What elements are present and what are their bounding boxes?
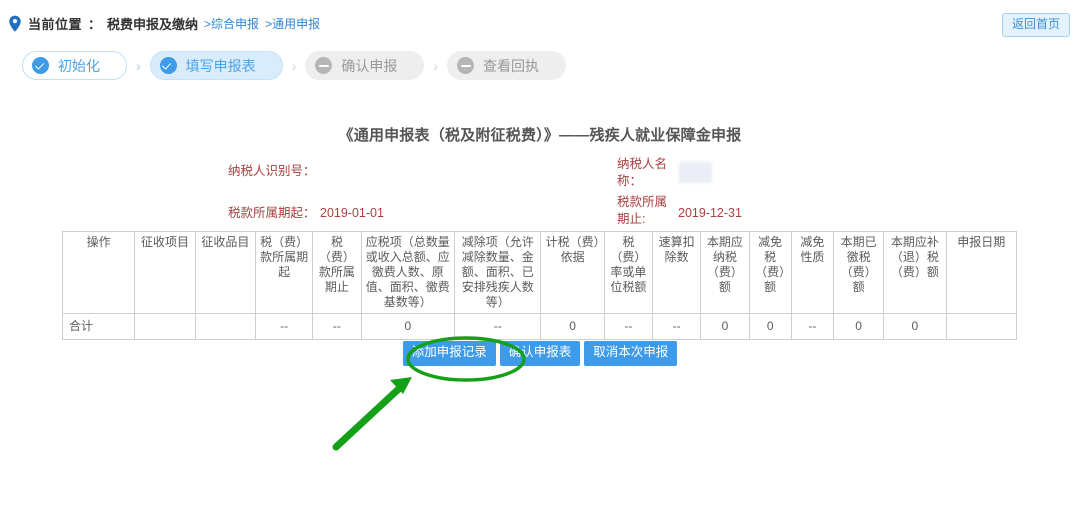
form-meta: 纳税人识别号： 税款所属期起： 2019-01-01 纳税人名称： 税款所属期止… bbox=[0, 157, 1080, 228]
col-tax-rate: 税（费）率或单位税额 bbox=[603, 231, 654, 314]
col-period-start: 税（费）款所属期起 bbox=[254, 231, 314, 314]
step-arrow-1: › bbox=[136, 57, 141, 74]
col-levy-item: 征收项目 bbox=[134, 231, 196, 314]
step-label-receipt: 查看回执 bbox=[483, 57, 540, 74]
table-header-row: 操作 征收项目 征收品目 税（费）款所属期起 税（费）款所属期止 应税项（总数量… bbox=[61, 231, 1018, 314]
col-levy-category: 征收品目 bbox=[194, 231, 257, 314]
add-declaration-record-button[interactable]: 添加申报记录 bbox=[402, 341, 496, 366]
col-reduction-amount: 减免税（费）额 bbox=[748, 231, 792, 314]
cancel-declaration-button[interactable]: 取消本次申报 bbox=[584, 341, 678, 366]
cell-deduction-item: -- bbox=[454, 313, 542, 340]
check-circle-icon bbox=[32, 57, 49, 74]
step-label-initialize: 初始化 bbox=[58, 57, 100, 74]
col-operation: 操作 bbox=[61, 231, 136, 314]
cell-reduction-type: -- bbox=[790, 313, 834, 340]
table-row: 合计 -- -- 0 -- 0 -- -- 0 0 -- 0 0 bbox=[61, 313, 1018, 340]
step-arrow-3: › bbox=[433, 57, 439, 74]
return-home-button[interactable]: 返回首页 bbox=[1001, 13, 1070, 38]
col-reduction-type: 减免性质 bbox=[790, 231, 834, 314]
location-pin-icon bbox=[8, 15, 22, 32]
cell-payable-amount: 0 bbox=[700, 313, 750, 340]
breadcrumb-link-2[interactable]: >通用申报 bbox=[265, 15, 320, 32]
annotation-arrow bbox=[332, 377, 412, 451]
minus-circle-icon bbox=[457, 57, 475, 74]
step-item-fill-form[interactable]: 填写申报表 bbox=[149, 51, 283, 80]
form-title: 《通用申报表（税及附征税费）》——残疾人就业保障金申报 bbox=[338, 127, 742, 144]
period-start-label: 税款所属期起： bbox=[228, 206, 316, 220]
col-declare-date: 申报日期 bbox=[945, 231, 1018, 314]
page-root: 当前位置 ： 税费申报及缴纳 >综合申报 >通用申报 返回首页 初始化 › 填写… bbox=[0, 0, 1080, 525]
check-circle-icon bbox=[159, 57, 177, 74]
breadcrumb: 当前位置 ： 税费申报及缴纳 >综合申报 >通用申报 bbox=[8, 14, 320, 33]
declaration-table: 操作 征收项目 征收品目 税（费）款所属期起 税（费）款所属期止 应税项（总数量… bbox=[61, 231, 1018, 340]
breadcrumb-root: 税费申报及缴纳 bbox=[107, 17, 199, 32]
col-period-end: 税（费）款所属期止 bbox=[312, 231, 362, 314]
cell-tax-rate: -- bbox=[603, 313, 654, 340]
taxpayer-name-label: 纳税人名称： bbox=[617, 157, 668, 188]
col-payable-amount: 本期应纳税（费）额 bbox=[700, 231, 750, 314]
step-indicator: 初始化 › 填写申报表 › 确认申报 › 查看回执 bbox=[22, 51, 567, 80]
taxpayer-id-label: 纳税人识别号： bbox=[228, 164, 316, 178]
cell-period-end: -- bbox=[312, 313, 362, 340]
cell-tax-basis: 0 bbox=[540, 313, 605, 340]
step-arrow-2: › bbox=[291, 57, 297, 74]
taxpayer-name-redacted-value bbox=[679, 162, 712, 183]
cell-reduction-amount: 0 bbox=[748, 313, 792, 340]
cell-period-start: -- bbox=[254, 313, 314, 340]
step-label-fill-form: 填写申报表 bbox=[185, 57, 256, 74]
cell-declare-date bbox=[945, 313, 1018, 340]
step-item-confirm[interactable]: 确认申报 bbox=[305, 51, 425, 80]
step-label-confirm: 确认申报 bbox=[341, 57, 398, 74]
period-end-value: 2019-12-31 bbox=[678, 206, 742, 220]
cell-levy-category bbox=[194, 313, 257, 340]
cell-supplement-refund: 0 bbox=[883, 313, 947, 340]
cell-levy-item bbox=[134, 313, 196, 340]
breadcrumb-separator: ： bbox=[88, 17, 102, 32]
declaration-table-wrapper: 操作 征收项目 征收品目 税（费）款所属期起 税（费）款所属期止 应税项（总数量… bbox=[61, 231, 1018, 340]
col-tax-basis: 计税（费）依据 bbox=[540, 231, 605, 314]
cell-paid-amount: 0 bbox=[832, 313, 885, 340]
table-body: 合计 -- -- 0 -- 0 -- -- 0 0 -- 0 0 bbox=[61, 313, 1018, 340]
cell-total-label: 合计 bbox=[61, 313, 136, 340]
cell-taxable-item: 0 bbox=[360, 313, 456, 340]
table-header: 操作 征收项目 征收品目 税（费）款所属期起 税（费）款所属期止 应税项（总数量… bbox=[61, 231, 1018, 314]
col-paid-amount: 本期已徼税（费）额 bbox=[832, 231, 885, 314]
period-start-value: 2019-01-01 bbox=[320, 206, 384, 220]
cell-quick-deduction: -- bbox=[652, 313, 702, 340]
col-supplement-refund: 本期应补（退）税（费）额 bbox=[883, 231, 947, 314]
confirm-declaration-button[interactable]: 确认申报表 bbox=[499, 341, 581, 366]
col-deduction-item: 减除项（允许减除数量、金额、面积、已安排残疾人数等） bbox=[454, 231, 542, 314]
action-button-row: 添加申报记录 确认申报表 取消本次申报 bbox=[0, 341, 1080, 366]
breadcrumb-link-1[interactable]: >综合申报 bbox=[204, 15, 259, 32]
breadcrumb-label: 当前位置 bbox=[28, 17, 83, 32]
step-item-receipt[interactable]: 查看回执 bbox=[447, 51, 567, 80]
minus-circle-icon bbox=[315, 57, 333, 74]
period-end-label: 税款所属期止: bbox=[617, 195, 668, 226]
col-quick-deduction: 速算扣除数 bbox=[652, 231, 702, 314]
col-taxable-item: 应税项（总数量或收入总额、应徼费人数、原值、面积、徼费基数等） bbox=[360, 231, 456, 314]
step-item-initialize[interactable]: 初始化 bbox=[22, 51, 127, 80]
